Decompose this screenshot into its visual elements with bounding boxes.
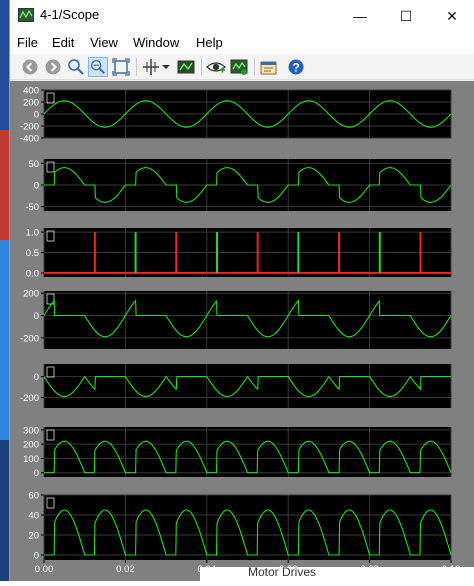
x-tick-label: 0.00 xyxy=(35,564,54,575)
y-tick-label: 200 xyxy=(23,440,39,451)
scope-axes-5: 0 -200 xyxy=(20,364,452,408)
axes-background xyxy=(44,427,451,477)
y-tick-label: 0 xyxy=(34,551,39,562)
menu-file[interactable]: File xyxy=(17,35,38,50)
background-strip-1 xyxy=(0,0,9,130)
signal-select-icon[interactable] xyxy=(206,57,226,77)
scope-plot-area: 400 200 0 -200 -400 50 0 -50 1.0 0.5 0.0 200 0 -200 0-… xyxy=(10,81,474,581)
menu-edit[interactable]: Edit xyxy=(52,35,74,50)
menu-help[interactable]: Help xyxy=(196,35,223,50)
menu-window[interactable]: Window xyxy=(133,35,179,50)
y-tick-label: 0 xyxy=(34,181,39,192)
window-title: 4-1/Scope xyxy=(40,7,100,22)
y-tick-label: 40 xyxy=(28,511,39,522)
y-tick-label: 60 xyxy=(28,491,39,502)
y-tick-label: 20 xyxy=(28,531,39,542)
y-tick-label: 100 xyxy=(23,454,39,465)
forward-icon[interactable] xyxy=(43,57,63,77)
y-tick-label: 0.5 xyxy=(26,248,39,259)
y-tick-label: 0 xyxy=(34,372,39,383)
dropdown-arrow-icon[interactable] xyxy=(160,57,172,77)
scope-axes-6: 300 200 100 0 xyxy=(23,425,452,479)
scope-axes[interactable]: 4002000-200-400500-501.00.50.02000-2000-… xyxy=(10,81,474,581)
y-tick-label: 300 xyxy=(23,425,39,436)
y-tick-label: 0 xyxy=(34,110,39,121)
y-tick-label: 200 xyxy=(23,98,39,109)
zoom-icon[interactable] xyxy=(66,57,86,77)
autoscale-icon[interactable] xyxy=(176,57,196,77)
svg-text:?: ? xyxy=(292,61,299,75)
scope-axes-7: 60 40 20 0 xyxy=(28,491,452,562)
toolbar-separator xyxy=(136,58,137,76)
menu-bar: File Edit View Window Help xyxy=(10,32,474,54)
background-window-strip: Motor Drives xyxy=(200,565,474,581)
y-tick-label: -200 xyxy=(20,393,39,404)
y-tick-label: 400 xyxy=(23,86,39,97)
scope-axes-3: 1.0 0.5 0.0 xyxy=(26,228,452,279)
scope-window: 4-1/Scope — ☐ ✕ File Edit View Window He… xyxy=(9,0,474,581)
back-icon[interactable] xyxy=(20,57,40,77)
menu-view[interactable]: View xyxy=(90,35,118,50)
axes-background xyxy=(44,495,451,560)
toolbar-separator xyxy=(254,58,255,76)
y-tick-label: -200 xyxy=(20,122,39,133)
background-strip-3 xyxy=(0,240,9,440)
background-window-text: Motor Drives xyxy=(248,565,317,579)
y-tick-label: 0 xyxy=(34,311,39,322)
y-tick-label: 1.0 xyxy=(26,228,39,239)
close-button[interactable]: ✕ xyxy=(429,0,474,32)
cursor-measure-icon[interactable] xyxy=(141,57,161,77)
toolbar-separator xyxy=(201,58,202,76)
zoom-box-icon[interactable] xyxy=(111,57,131,77)
help-icon[interactable]: ? xyxy=(286,57,306,77)
scope-app-icon xyxy=(18,8,34,22)
background-strip-4 xyxy=(0,440,9,581)
y-tick-label: 50 xyxy=(28,159,39,170)
background-strip-2 xyxy=(0,130,9,240)
scope-axes-1: 4002000-200-400 xyxy=(20,86,452,145)
y-tick-label: 0.0 xyxy=(26,268,39,279)
zoom-x-icon[interactable] xyxy=(88,57,108,77)
y-tick-label: -400 xyxy=(20,134,39,145)
scope-axes-2: 50 0 -50 xyxy=(25,159,452,213)
x-tick-label: 0.02 xyxy=(116,564,135,575)
maximize-button[interactable]: ☐ xyxy=(383,0,429,32)
toolbar: ? xyxy=(10,54,474,80)
axes-background xyxy=(44,291,451,349)
y-tick-label: -200 xyxy=(20,333,39,344)
y-tick-label: 200 xyxy=(23,289,39,300)
axes-background xyxy=(44,364,451,408)
parameters-icon[interactable] xyxy=(259,57,279,77)
title-bar[interactable]: 4-1/Scope — ☐ ✕ xyxy=(10,0,474,32)
y-tick-label: 0 xyxy=(34,468,39,479)
y-tick-label: -50 xyxy=(25,202,39,213)
scope-axes-4: 200 0 -200 xyxy=(20,289,452,349)
minimize-button[interactable]: — xyxy=(337,0,383,32)
floating-scope-icon[interactable] xyxy=(229,57,249,77)
